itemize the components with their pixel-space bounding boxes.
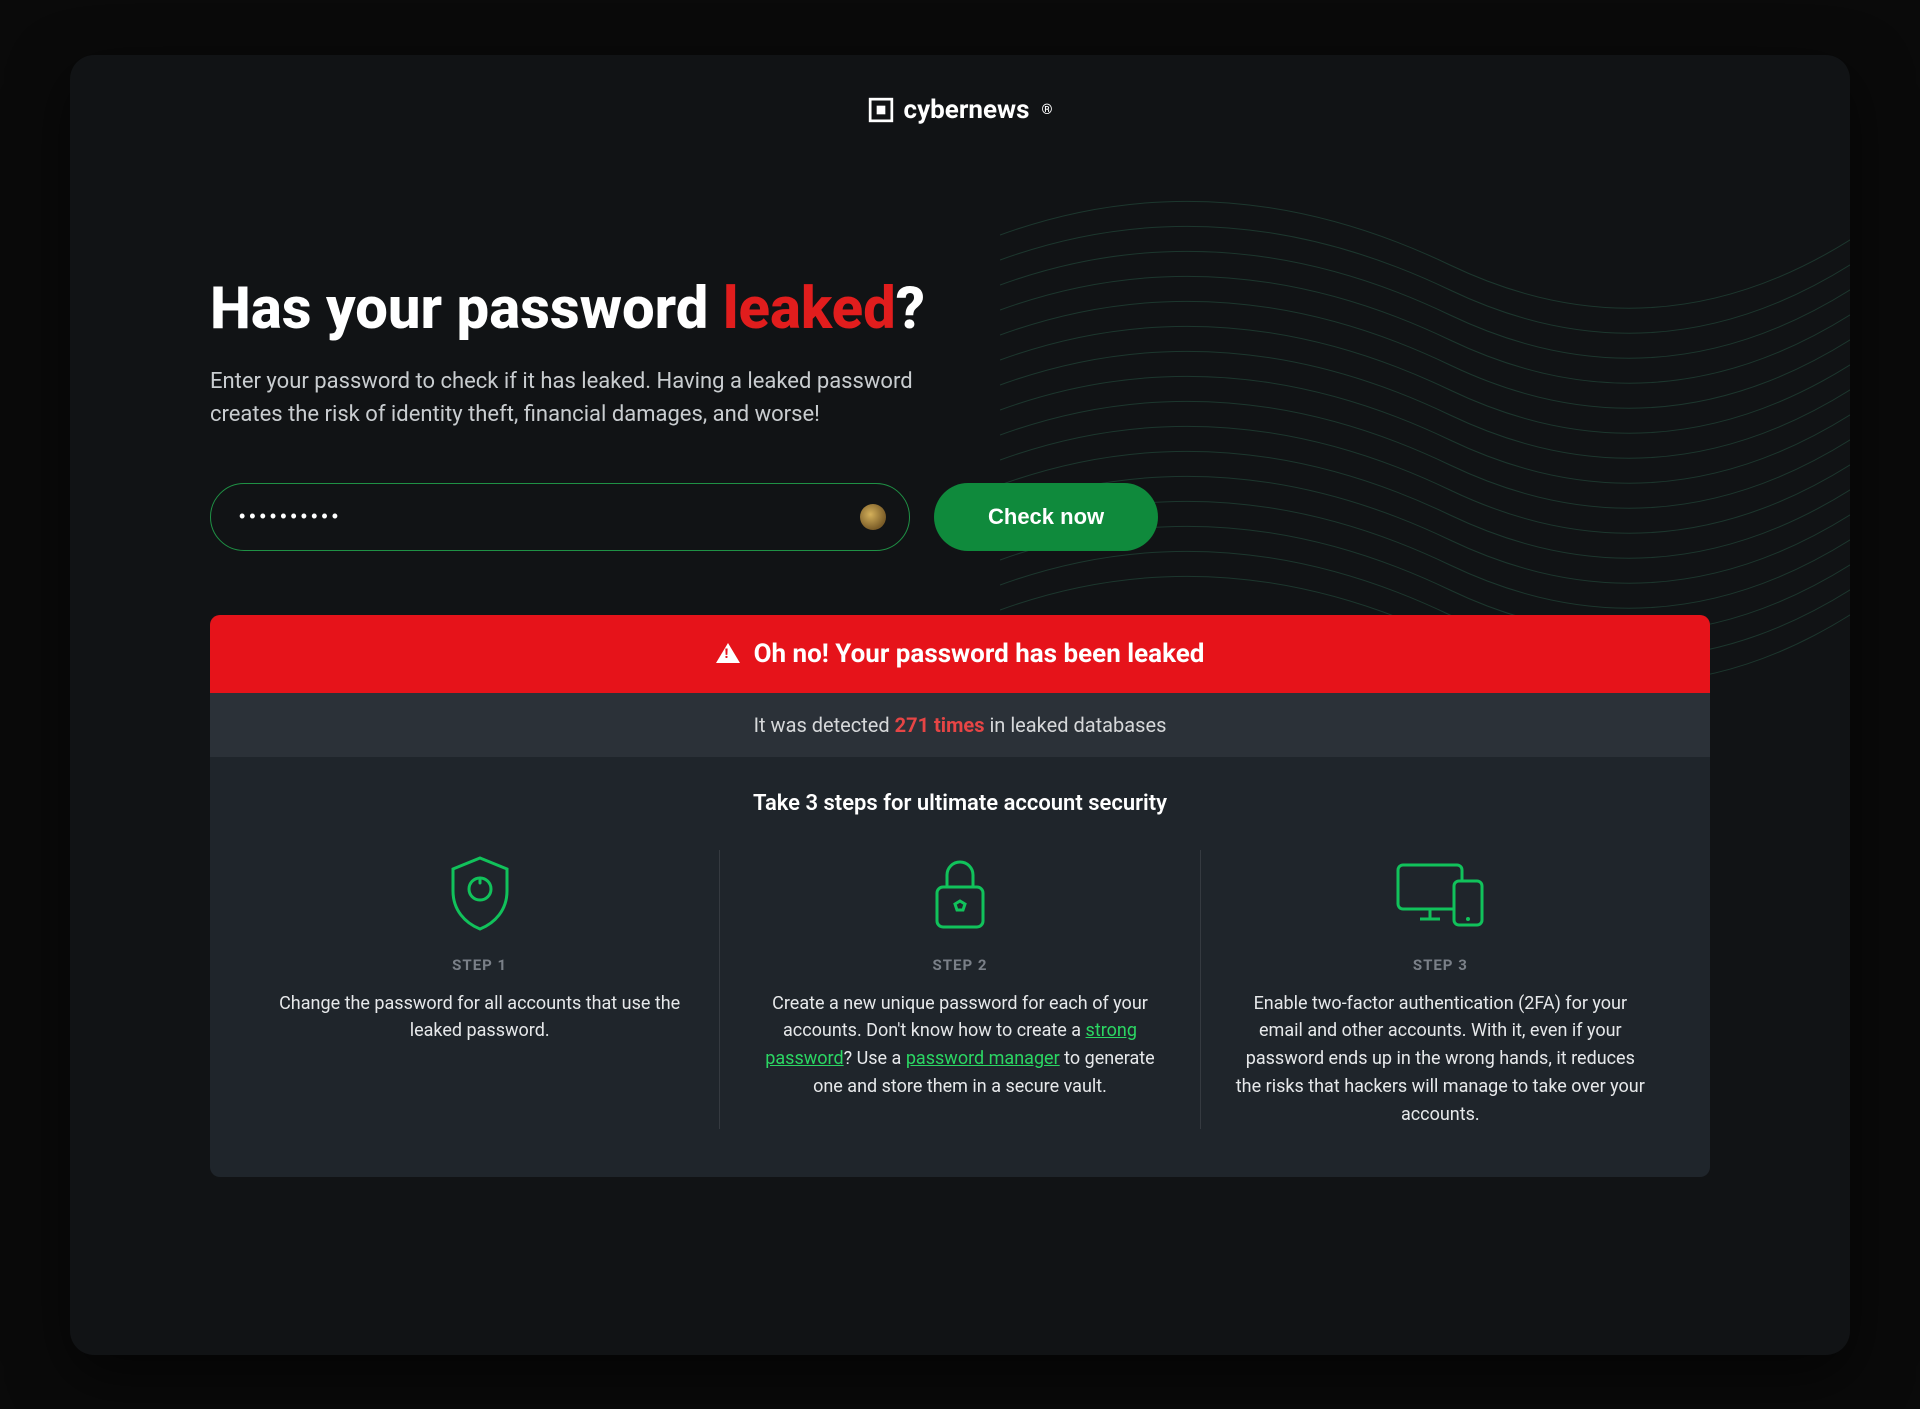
- detection-summary: It was detected 271 times in leaked data…: [210, 693, 1710, 757]
- logo-icon: [868, 97, 894, 123]
- page-title: Has your password leaked?: [210, 275, 1710, 343]
- inline-link[interactable]: password manager: [906, 1048, 1060, 1069]
- check-now-button[interactable]: Check now: [934, 483, 1158, 551]
- step-label: STEP 1: [274, 956, 685, 974]
- password-input[interactable]: [210, 483, 910, 551]
- step-text: Create a new unique password for each of…: [754, 990, 1165, 1102]
- brand-suffix: ®: [1041, 102, 1052, 118]
- header: cybernews ®: [70, 55, 1850, 145]
- step-label: STEP 3: [1235, 956, 1646, 974]
- warning-icon: [716, 643, 740, 663]
- brand-logo[interactable]: cybernews ®: [868, 95, 1053, 125]
- step-2: STEP 2 Create a new unique password for …: [720, 850, 1200, 1129]
- leak-count: 271 times: [895, 713, 985, 737]
- alert-message: Oh no! Your password has been leaked: [754, 639, 1205, 669]
- steps-heading: Take 3 steps for ultimate account securi…: [240, 791, 1680, 816]
- alert-banner: Oh no! Your password has been leaked: [210, 615, 1710, 693]
- devices-icon: [1235, 850, 1646, 936]
- step-text: Change the password for all accounts tha…: [274, 990, 685, 1046]
- brand-name: cybernews: [904, 95, 1030, 125]
- step-3: STEP 3 Enable two-factor authentication …: [1201, 850, 1680, 1129]
- app-window: cybernews ® Has your password leaked? Ent…: [70, 55, 1850, 1355]
- step-1: STEP 1 Change the password for all accou…: [240, 850, 720, 1129]
- result-card: Oh no! Your password has been leaked It …: [210, 615, 1710, 1177]
- step-text: Enable two-factor authentication (2FA) f…: [1235, 990, 1646, 1129]
- steps-container: STEP 1 Change the password for all accou…: [240, 850, 1680, 1129]
- lock-icon: [754, 850, 1165, 936]
- search-row: Check now: [210, 483, 1710, 551]
- toggle-visibility-icon[interactable]: [860, 504, 886, 530]
- page-subtitle: Enter your password to check if it has l…: [210, 365, 970, 431]
- shield-icon: [274, 850, 685, 936]
- step-label: STEP 2: [754, 956, 1165, 974]
